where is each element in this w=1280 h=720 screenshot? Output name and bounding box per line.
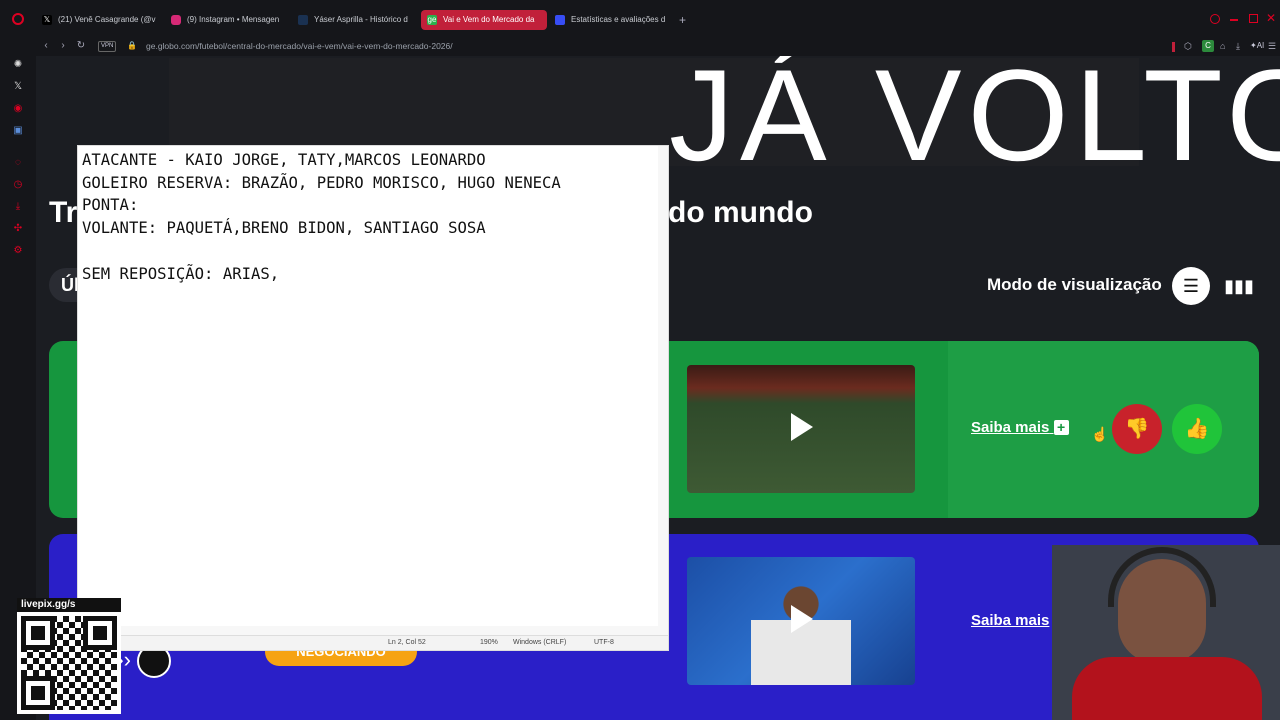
line-ending: Windows (CRLF) (513, 639, 567, 646)
video-thumbnail[interactable] (687, 557, 915, 685)
tab-label: (9) Instagram • Mensagen (187, 15, 280, 24)
settings-gear-icon[interactable]: ⚙ (11, 244, 25, 258)
notepad-window[interactable]: ATACANTE - KAIO JORGE, TATY,MARCOS LEONA… (77, 145, 669, 651)
view-mode-label: Modo de visualização (987, 275, 1162, 294)
instagram-icon[interactable]: ◉ (11, 102, 25, 116)
tab-label: Vai e Vem do Mercado da (443, 15, 535, 24)
page-heading-right: do mundo (668, 196, 813, 229)
maximize-button[interactable] (1249, 14, 1258, 23)
download-icon[interactable]: ⤓ (1236, 41, 1240, 52)
record-icon[interactable] (1172, 42, 1175, 52)
encoding: UTF-8 (594, 639, 614, 646)
plus-icon: + (1053, 420, 1069, 435)
reload-icon[interactable]: ↻ (73, 38, 89, 54)
livepix-label: livepix.gg/s (17, 598, 121, 612)
transfermarkt-icon (298, 15, 308, 25)
close-window-icon[interactable]: ✕ (1266, 11, 1276, 25)
dislike-button[interactable]: 👎 (1112, 404, 1162, 454)
minimize-button[interactable] (1230, 19, 1238, 21)
tab-instagram[interactable]: (9) Instagram • Mensagen (165, 10, 287, 30)
saiba-mais-link[interactable]: Saiba mais (971, 612, 1049, 629)
mouse-cursor-icon: ☝ (1091, 426, 1109, 442)
notepad-line: GOLEIRO RESERVA: BRAZÃO, PEDRO MORISCO, … (82, 173, 561, 192)
page-heading-left: Tr (49, 196, 78, 229)
tab-label: Yáser Asprilla - Histórico d (314, 15, 408, 24)
streamer-head (1118, 559, 1206, 663)
extensions-icon[interactable]: ✣ (11, 222, 25, 236)
browser-tab-bar: 𝕏 (21) Venê Casagrande (@v (9) Instagram … (0, 0, 1280, 38)
opera-logo-icon[interactable] (12, 13, 24, 25)
notepad-line: SEM REPOSIÇÃO: ARIAS, (82, 264, 280, 283)
x-icon: 𝕏 (42, 15, 52, 25)
download-icon[interactable]: ⤓ (11, 200, 25, 214)
play-icon (791, 605, 813, 633)
history-icon[interactable]: ◌ (11, 156, 25, 170)
wallet-icon[interactable]: ⌂ (1220, 41, 1225, 51)
list-view-icon[interactable]: ☰ (1172, 267, 1210, 305)
tab-label: (21) Venê Casagrande (@v (58, 15, 156, 24)
tab-label: Estatísticas e avaliações d (571, 15, 666, 24)
search-tabs-icon[interactable] (1210, 14, 1220, 24)
x-icon[interactable]: 𝕏 (11, 80, 25, 94)
video-thumbnail[interactable] (687, 365, 915, 493)
extension-badge[interactable]: C (1202, 40, 1214, 52)
tab-transfermarkt[interactable]: Yáser Asprilla - Histórico d (292, 10, 416, 30)
saiba-mais-link[interactable]: Saiba mais + (971, 419, 1069, 436)
notepad-status-bar: Ln 2, Col 52 190% Windows (CRLF) UTF-8 (78, 635, 668, 650)
streamer-shirt (1072, 657, 1262, 720)
saiba-mais-label: Saiba mais (971, 419, 1050, 436)
tab-sofascore[interactable]: Estatísticas e avaliações d (549, 10, 673, 30)
ai-label: AI (1256, 41, 1265, 50)
ai-sparkle-icon: ✦ (1250, 41, 1257, 50)
extension-icon[interactable]: ⬡ (1184, 41, 1192, 52)
back-arrow-icon[interactable]: ‹ (38, 38, 54, 54)
clock-icon[interactable]: ◷ (11, 178, 25, 192)
vpn-badge[interactable]: VPN (98, 41, 117, 52)
app-icon[interactable]: ▣ (11, 124, 25, 138)
qr-finder-icon (21, 676, 55, 710)
zoom-level: 190% (480, 639, 498, 646)
forward-arrow-icon[interactable]: › (55, 38, 71, 54)
ai-button[interactable]: ✦AI (1250, 41, 1264, 50)
cursor-position: Ln 2, Col 52 (388, 639, 426, 646)
like-button[interactable]: 👍 (1172, 404, 1222, 454)
livepix-qr-overlay: livepix.gg/s (17, 598, 121, 714)
banner-text: JÁ VOLTO (669, 56, 1280, 188)
notepad-vertical-scrollbar[interactable] (658, 146, 668, 626)
webcam-overlay (1052, 545, 1280, 720)
qr-code-icon (21, 616, 117, 710)
sofascore-icon (555, 15, 565, 25)
qr-finder-icon (21, 616, 55, 650)
ge-icon: ge (427, 15, 437, 25)
menu-icon[interactable]: ☰ (1268, 41, 1276, 52)
new-tab-button[interactable]: + (679, 13, 686, 27)
qr-finder-icon (83, 616, 117, 650)
grid-view-icon[interactable]: ▮▮▮ (1220, 267, 1258, 305)
play-icon (791, 413, 813, 441)
notepad-line: ATACANTE - KAIO JORGE, TATY,MARCOS LEONA… (82, 151, 486, 169)
notepad-text-area[interactable]: ATACANTE - KAIO JORGE, TATY,MARCOS LEONA… (82, 149, 561, 285)
address-bar: ‹ › ↻ VPN 🔒 ge.globo.com/futebol/central… (36, 38, 1280, 56)
instagram-icon (171, 15, 181, 25)
notepad-line: PONTA: (82, 196, 139, 215)
lock-icon[interactable]: 🔒 (124, 38, 140, 54)
tab-venecasagrande[interactable]: 𝕏 (21) Venê Casagrande (@v (36, 10, 158, 30)
url-field[interactable]: ge.globo.com/futebol/central-do-mercado/… (146, 41, 453, 51)
chatgpt-icon[interactable]: ✺ (11, 58, 25, 72)
notepad-line: VOLANTE: PAQUETÁ,BRENO BIDON, SANTIAGO S… (82, 219, 486, 238)
tab-vai-e-vem[interactable]: ge Vai e Vem do Mercado da (421, 10, 547, 30)
